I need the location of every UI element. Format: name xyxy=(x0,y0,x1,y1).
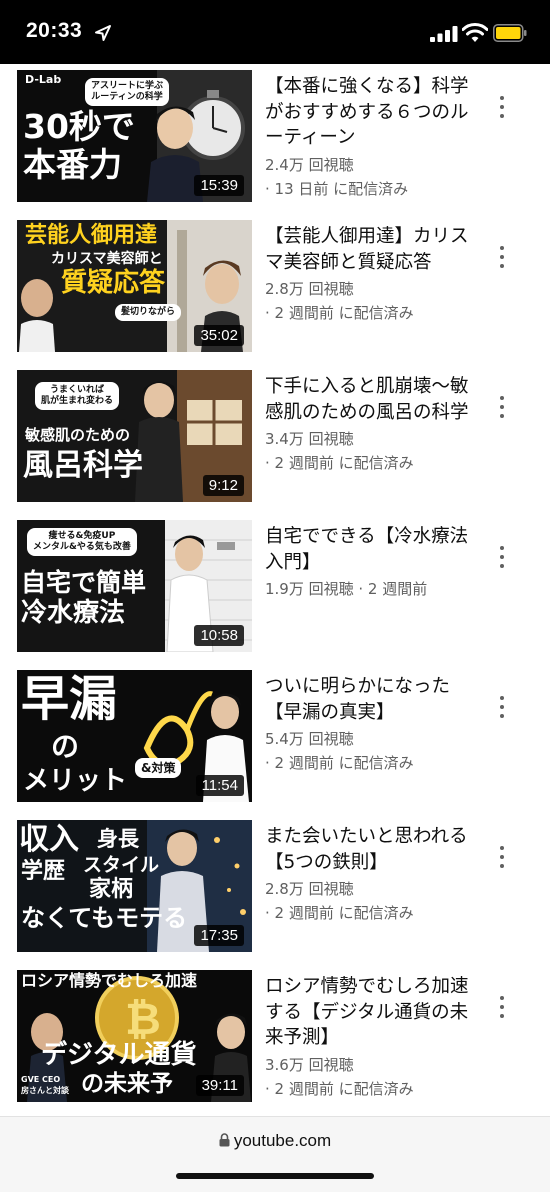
thumbnail-bubble: &対策 xyxy=(135,758,182,779)
thumbnail-headline: 学歴 xyxy=(21,859,66,884)
thumbnail-headline: 質疑応答 xyxy=(61,268,166,298)
thumbnail-headline: なくてもモテる xyxy=(21,904,188,932)
thumbnail-bubble: アスリートに学ぶ ルーティンの科学 xyxy=(85,78,170,106)
video-title[interactable]: 【芸能人御用達】カリスマ美容師と質疑応答 xyxy=(265,224,485,275)
thumbnail-headline: メリット xyxy=(23,766,128,796)
video-info[interactable]: 自宅でできる【冷水療法入門】 1.9万 回視聴 · 2 週間前 xyxy=(265,524,485,601)
video-title[interactable]: 下手に入ると肌崩壊〜敏感肌のための風呂の科学 xyxy=(265,374,485,425)
video-duration: 35:02 xyxy=(194,325,244,346)
thumbnail-headline: の未来予 xyxy=(81,1071,173,1097)
more-options-button[interactable] xyxy=(490,392,514,422)
more-options-button[interactable] xyxy=(490,692,514,722)
video-item[interactable]: D-Lab アスリートに学ぶ ルーティンの科学 30秒で 本番力 15:39 【… xyxy=(0,70,550,220)
video-item[interactable]: ₿ ロシア情勢でむしろ加速 デジタル通貨 の未来予 GVE CEO 房さんと対談… xyxy=(0,970,550,1116)
video-duration: 11:54 xyxy=(195,775,244,796)
thumbnail-headline: 早漏 xyxy=(21,671,118,727)
video-duration: 15:39 xyxy=(194,175,244,196)
video-title[interactable]: 【本番に強くなる】科学がおすすめする６つのルーティーン xyxy=(265,74,485,151)
video-views: 2.8万 回視聴 xyxy=(265,880,354,898)
thumbnail-headline: 家柄 xyxy=(89,877,134,902)
video-info[interactable]: また会いたいと思われる【5つの鉄則】 2.8万 回視聴 · 2 週間前 に配信済… xyxy=(265,824,485,925)
video-thumbnail[interactable]: ₿ ロシア情勢でむしろ加速 デジタル通貨 の未来予 GVE CEO 房さんと対談… xyxy=(17,970,252,1102)
status-bar: 20:33 xyxy=(0,0,550,64)
video-title[interactable]: また会いたいと思われる【5つの鉄則】 xyxy=(265,824,485,875)
more-options-button[interactable] xyxy=(490,542,514,572)
video-item[interactable]: 芸能人御用達 カリスマ美容師と 質疑応答 髪切りながら 35:02 【芸能人御用… xyxy=(0,220,550,370)
lock-icon xyxy=(219,1133,230,1147)
thumbnail-headline: 身長 xyxy=(97,827,139,851)
video-views: 2.8万 回視聴 xyxy=(265,280,354,298)
thumbnail-headline: カリスマ美容師と xyxy=(51,251,163,267)
browser-address-bar[interactable]: youtube.com xyxy=(0,1116,550,1192)
thumbnail-bubble: 髪切りながら xyxy=(115,304,182,321)
location-arrow-icon xyxy=(95,25,111,41)
video-info[interactable]: 【本番に強くなる】科学がおすすめする６つのルーティーン 2.4万 回視聴 · 1… xyxy=(265,74,485,201)
video-title[interactable]: ロシア情勢でむしろ加速する【デジタル通貨の未来予測】 xyxy=(265,974,485,1051)
video-duration: 9:12 xyxy=(202,475,244,496)
more-options-button[interactable] xyxy=(490,92,514,122)
battery-icon xyxy=(493,24,527,42)
video-views: 5.4万 回視聴 xyxy=(265,730,354,748)
thumbnail-headline: 芸能人御用達 xyxy=(25,223,158,248)
thumbnail-headline: の xyxy=(51,730,80,763)
thumbnail-headline: 収入 xyxy=(19,822,79,857)
video-title[interactable]: ついに明らかになった【早漏の真実】 xyxy=(265,674,485,725)
thumbnail-headline: 自宅で簡単 xyxy=(21,568,147,597)
video-info[interactable]: ロシア情勢でむしろ加速する【デジタル通貨の未来予測】 3.6万 回視聴 · 2 … xyxy=(265,974,485,1101)
video-views: 2.4万 回視聴 xyxy=(265,155,354,174)
video-published: · 2 週間前 に配信済み xyxy=(265,754,414,772)
video-views: 3.6万 回視聴 xyxy=(265,1055,354,1074)
thumbnail-headline: 冷水療法 xyxy=(21,598,126,628)
svg-text:₿: ₿ xyxy=(125,994,161,1045)
video-info[interactable]: 下手に入ると肌崩壊〜敏感肌のための風呂の科学 3.4万 回視聴 · 2 週間前 … xyxy=(265,374,485,475)
video-thumbnail[interactable]: 芸能人御用達 カリスマ美容師と 質疑応答 髪切りながら 35:02 xyxy=(17,220,252,352)
thumbnail-headline: 本番力 xyxy=(23,145,122,184)
video-thumbnail[interactable]: うまくいれば 肌が生まれ変わる 敏感肌のための 風呂科学 9:12 xyxy=(17,370,252,502)
video-thumbnail[interactable]: D-Lab アスリートに学ぶ ルーティンの科学 30秒で 本番力 15:39 xyxy=(17,70,252,202)
more-options-button[interactable] xyxy=(490,242,514,272)
thumbnail-caption: GVE CEO xyxy=(21,1075,61,1084)
video-item[interactable]: 早漏 の メリット &対策 11:54 ついに明らかになった【早漏の真実】 5.… xyxy=(0,670,550,820)
video-duration: 39:11 xyxy=(195,1075,244,1096)
thumbnail-caption: 房さんと対談 xyxy=(21,1086,69,1095)
video-item[interactable]: うまくいれば 肌が生まれ変わる 敏感肌のための 風呂科学 9:12 下手に入ると… xyxy=(0,370,550,520)
url-display[interactable]: youtube.com xyxy=(0,1131,550,1151)
video-item[interactable]: 収入 身長 学歴 スタイル 家柄 なくてもモテる 17:35 また会いたいと思わ… xyxy=(0,820,550,970)
video-published: · 2 週間前 に配信済み xyxy=(265,454,414,472)
thumbnail-headline: スタイル xyxy=(83,854,160,876)
video-views: 3.4万 回視聴 xyxy=(265,430,354,448)
thumbnail-bubble: 痩せる&免疫UP メンタル&やる気も改善 xyxy=(27,528,137,556)
video-thumbnail[interactable]: 早漏 の メリット &対策 11:54 xyxy=(17,670,252,802)
thumbnail-headline: 風呂科学 xyxy=(23,448,143,483)
thumbnail-bubble: うまくいれば 肌が生まれ変わる xyxy=(35,382,120,410)
video-thumbnail[interactable]: 収入 身長 学歴 スタイル 家柄 なくてもモテる 17:35 xyxy=(17,820,252,952)
status-time: 20:33 xyxy=(26,19,83,42)
video-published: · 2 週間前 に配信済み xyxy=(265,1079,414,1098)
cellular-signal-icon xyxy=(430,26,458,42)
more-options-button[interactable] xyxy=(490,992,514,1022)
video-published: · 2 週間前 に配信済み xyxy=(265,904,414,922)
video-views-published: 1.9万 回視聴 · 2 週間前 xyxy=(265,580,428,598)
video-title[interactable]: 自宅でできる【冷水療法入門】 xyxy=(265,524,485,575)
video-published: · 2 週間前 に配信済み xyxy=(265,304,414,322)
video-duration: 17:35 xyxy=(194,925,244,946)
video-published: · 13 日前 に配信済み xyxy=(265,179,409,198)
thumbnail-logo: D-Lab xyxy=(25,73,62,86)
video-item[interactable]: 痩せる&免疫UP メンタル&やる気も改善 自宅で簡単 冷水療法 10:58 自宅… xyxy=(0,520,550,670)
wifi-icon xyxy=(462,23,488,42)
video-info[interactable]: 【芸能人御用達】カリスマ美容師と質疑応答 2.8万 回視聴 · 2 週間前 に配… xyxy=(265,224,485,325)
thumbnail-headline: 敏感肌のための xyxy=(25,426,131,444)
video-duration: 10:58 xyxy=(194,625,244,646)
video-thumbnail[interactable]: 痩せる&免疫UP メンタル&やる気も改善 自宅で簡単 冷水療法 10:58 xyxy=(17,520,252,652)
video-feed[interactable]: D-Lab アスリートに学ぶ ルーティンの科学 30秒で 本番力 15:39 【… xyxy=(0,64,550,1116)
thumbnail-headline: ロシア情勢でむしろ加速 xyxy=(21,971,198,990)
video-info[interactable]: ついに明らかになった【早漏の真実】 5.4万 回視聴 · 2 週間前 に配信済み xyxy=(265,674,485,775)
more-options-button[interactable] xyxy=(490,842,514,872)
thumbnail-headline: 30秒で xyxy=(23,107,135,146)
home-indicator[interactable] xyxy=(176,1173,374,1179)
url-text: youtube.com xyxy=(233,1131,332,1150)
thumbnail-headline: デジタル通貨 xyxy=(41,1040,197,1070)
